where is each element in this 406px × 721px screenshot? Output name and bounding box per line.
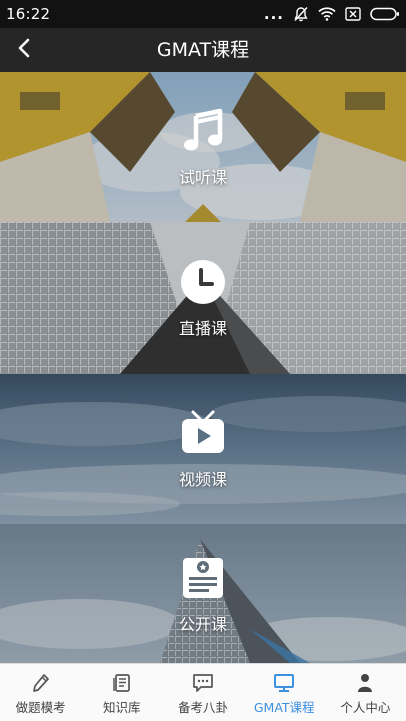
- monitor-icon: [272, 672, 296, 694]
- tab-knowledge-base[interactable]: 知识库: [81, 664, 162, 721]
- battery-icon: [370, 7, 400, 21]
- tab-label: 知识库: [103, 700, 141, 715]
- course-section-list: 试听课 直播课 视频课 公开课: [0, 72, 406, 663]
- status-time: 16:22: [6, 5, 51, 23]
- tab-practice-exam[interactable]: 做题模考: [0, 664, 81, 721]
- pencil-icon: [29, 672, 53, 694]
- chat-bubble-icon: [191, 672, 215, 694]
- bottom-tab-bar: 做题模考 知识库 备考八卦 GMAT课程 个人中心: [0, 663, 406, 721]
- wifi-icon: [318, 7, 336, 21]
- no-sim-icon: [345, 7, 361, 21]
- tab-gossip[interactable]: 备考八卦: [162, 664, 243, 721]
- tab-gmat-course[interactable]: GMAT课程: [244, 664, 325, 721]
- section-label: 公开课: [178, 614, 227, 634]
- tab-label: 个人中心: [340, 700, 391, 715]
- tab-label: 备考八卦: [178, 700, 229, 715]
- more-dots-icon: ...: [263, 5, 284, 23]
- section-public-course[interactable]: 公开课: [0, 524, 406, 663]
- tv-play-icon: [178, 408, 228, 458]
- tab-label: GMAT课程: [253, 700, 315, 715]
- certificate-icon: [178, 553, 228, 603]
- status-icons: ...: [264, 4, 400, 24]
- tab-label: 做题模考: [15, 700, 66, 715]
- book-icon: [110, 672, 134, 694]
- clock-icon: [178, 257, 228, 307]
- page-title: GMAT课程: [156, 39, 250, 61]
- mute-bell-icon: [293, 6, 309, 22]
- section-label: 视频课: [178, 470, 227, 489]
- section-label: 试听课: [178, 168, 227, 187]
- section-trial-course[interactable]: 试听课: [0, 72, 406, 222]
- music-note-icon: [178, 106, 228, 156]
- status-bar: 16:22 ...: [0, 0, 406, 28]
- person-icon: [353, 672, 377, 694]
- section-live-course[interactable]: 直播课: [0, 222, 406, 374]
- app-screen: 16:22 ... GMAT课程 试听课 直播课 视频课 公开课 做题模考 知识…: [0, 0, 406, 721]
- section-video-course[interactable]: 视频课: [0, 374, 406, 524]
- tab-profile[interactable]: 个人中心: [325, 664, 406, 721]
- nav-bar: GMAT课程: [0, 28, 406, 72]
- section-label: 直播课: [178, 319, 227, 338]
